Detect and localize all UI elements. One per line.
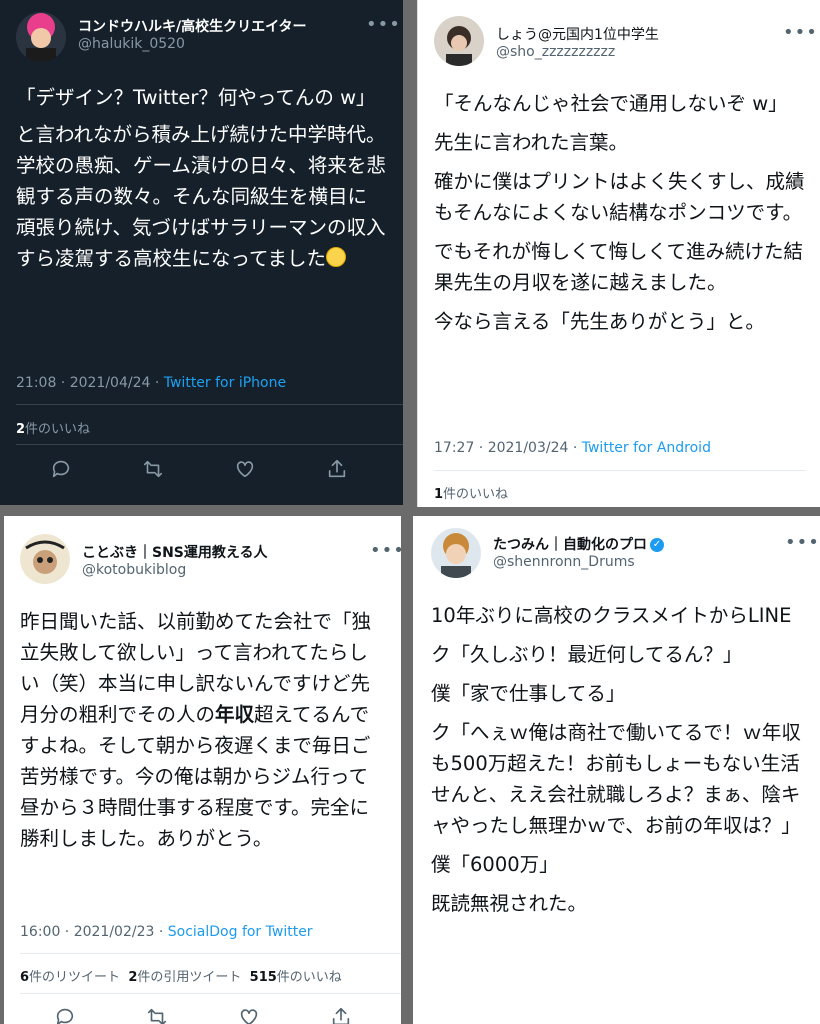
- tweet-meta: 16:00 · 2021/02/23 · SocialDog for Twitt…: [20, 924, 313, 940]
- tweet-line: 10年ぶりに高校のクラスメイトからLINE: [431, 604, 792, 627]
- like-heart-icon[interactable]: [238, 1006, 262, 1024]
- share-icon[interactable]: [330, 1006, 354, 1024]
- tweet-line: 今なら言える「先生ありがとう」と。: [434, 310, 765, 333]
- verified-badge-icon: ✓: [650, 538, 664, 552]
- tweet-line: ク「へぇｗ俺は商社で働いてるで！ｗ年収も500万超えた！お前もしょーもない生活せ…: [431, 721, 801, 837]
- retweets-number: 6: [20, 970, 30, 985]
- more-dots-icon[interactable]: •••: [783, 24, 818, 42]
- avatar[interactable]: [16, 12, 66, 62]
- reply-icon[interactable]: [50, 458, 74, 482]
- tweet-text: 昨日聞いた話、以前勤めてた会社で「独立失敗して欲しい」って言われてたらしい（笑）…: [20, 606, 384, 862]
- tweet-meta: 21:08 · 2021/04/24 · Twitter for iPhone: [16, 375, 286, 391]
- likes-count[interactable]: 1件のいいね: [434, 483, 508, 502]
- tweet-card-kotobuki[interactable]: ことぶき｜SNS運用教える人 @kotobukiblog ••• 昨日聞いた話、…: [4, 516, 401, 1024]
- timestamp[interactable]: 16:00 · 2021/02/23 ·: [20, 924, 168, 940]
- retweet-icon[interactable]: [142, 458, 166, 482]
- tweet-meta: 17:27 · 2021/03/24 · Twitter for Android: [434, 440, 711, 456]
- tweet-line: ク「久しぶり！最近何してるん？」: [431, 643, 743, 666]
- tweet-line: と言われながら積み上げ続けた中学時代。学校の愚痴、ゲーム漬けの日々、将来を悲観す…: [16, 119, 386, 274]
- source-link[interactable]: Twitter for iPhone: [164, 375, 286, 391]
- display-name[interactable]: しょう@元国内1位中学生: [496, 24, 659, 44]
- retweets-label: 件のリツイート: [29, 970, 121, 985]
- timestamp[interactable]: 21:08 · 2021/04/24 ·: [16, 375, 164, 391]
- reply-icon[interactable]: [54, 1006, 78, 1024]
- tweet-line: 確かに僕はプリントはよく失くすし、成績もそんなによくない結構なポンコツです。: [434, 170, 805, 224]
- tweet-line: 僕「家で仕事してる」: [431, 682, 626, 705]
- tweet-line: 僕「6000万」: [431, 853, 559, 876]
- engagement-counts: 6件のリツイート 2件の引用ツイート 515件のいいね: [20, 966, 342, 985]
- quotes-count[interactable]: 2件の引用ツイート: [128, 970, 241, 985]
- timestamp[interactable]: 17:27 · 2021/03/24 ·: [434, 440, 582, 456]
- source-link[interactable]: SocialDog for Twitter: [168, 924, 313, 940]
- like-heart-icon[interactable]: [234, 458, 258, 482]
- avatar[interactable]: [20, 534, 70, 584]
- source-link[interactable]: Twitter for Android: [582, 440, 711, 456]
- tweet-text: 10年ぶりに高校のクラスメイトからLINE ク「久しぶり！最近何してるん？」 僕…: [431, 600, 803, 927]
- divider: [20, 953, 401, 954]
- display-name-text: たつみん｜自動化のプロ: [493, 537, 647, 553]
- divider: [434, 470, 806, 471]
- tweet-card-sho[interactable]: しょう@元国内1位中学生 @sho_zzzzzzzzzz ••• 「そんなんじゃ…: [417, 0, 820, 507]
- likes-number: 515: [249, 970, 277, 985]
- tweet-card-tatsumin[interactable]: たつみん｜自動化のプロ ✓ @shennronn_Drums ••• 10年ぶりに…: [413, 516, 820, 1024]
- likes-count[interactable]: 2件のいいね: [16, 418, 90, 437]
- retweet-icon[interactable]: [146, 1006, 170, 1024]
- avatar[interactable]: [434, 16, 484, 66]
- user-handle[interactable]: @kotobukiblog: [82, 562, 186, 578]
- action-bar: [54, 1006, 354, 1024]
- user-handle[interactable]: @halukik_0520: [78, 36, 185, 52]
- tweet-line: 「デザイン？Twitter？何やってんの w」: [16, 86, 376, 109]
- user-handle[interactable]: @sho_zzzzzzzzzz: [496, 44, 615, 60]
- action-bar: [50, 458, 370, 482]
- tweet-line: でもそれが悔しくて悔しくて進み続けた結果先生の月収を遂に越えました。: [434, 240, 803, 294]
- likes-number: 1: [434, 487, 444, 502]
- tweet-line: 「そんなんじゃ社会で通用しないぞ w」: [434, 92, 788, 115]
- tweet-text: 「そんなんじゃ社会で通用しないぞ w」 先生に言われた言葉。 確かに僕はプリント…: [434, 88, 806, 345]
- tweet-card-halukik[interactable]: コンドウハルキ/高校生クリエイター @halukik_0520 ••• 「デザイ…: [0, 0, 403, 505]
- display-name[interactable]: コンドウハルキ/高校生クリエイター: [78, 16, 307, 36]
- more-dots-icon[interactable]: •••: [785, 534, 820, 552]
- quotes-label: 件の引用ツイート: [137, 970, 242, 985]
- retweets-count[interactable]: 6件のリツイート: [20, 970, 120, 985]
- divider: [16, 404, 403, 405]
- likes-label: 件のいいね: [443, 487, 509, 502]
- tweet-line: 昨日聞いた話、以前勤めてた会社で「独立失敗して欲しい」って言われてたらしい（笑）…: [20, 606, 384, 854]
- likes-label: 件のいいね: [25, 422, 91, 437]
- tweet-line: 先生に言われた言葉。: [434, 131, 629, 154]
- divider: [16, 444, 403, 445]
- user-handle[interactable]: @shennronn_Drums: [493, 554, 635, 570]
- likes-count[interactable]: 515件のいいね: [250, 970, 342, 985]
- tweet-text-bold: 年収: [215, 703, 255, 726]
- more-dots-icon[interactable]: •••: [366, 16, 401, 34]
- avatar[interactable]: [431, 528, 481, 578]
- share-icon[interactable]: [326, 458, 350, 482]
- more-dots-icon[interactable]: •••: [370, 542, 401, 560]
- display-name[interactable]: ことぶき｜SNS運用教える人: [82, 542, 267, 562]
- likes-label: 件のいいね: [276, 970, 342, 985]
- divider: [20, 993, 401, 994]
- tweet-text: 「デザイン？Twitter？何やってんの w」 と言われながら積み上げ続けた中学…: [16, 82, 386, 280]
- smiling-face-icon: [326, 246, 347, 267]
- tweet-line: 既読無視された。: [431, 892, 588, 915]
- display-name[interactable]: たつみん｜自動化のプロ ✓: [493, 534, 664, 554]
- likes-number: 2: [16, 422, 26, 437]
